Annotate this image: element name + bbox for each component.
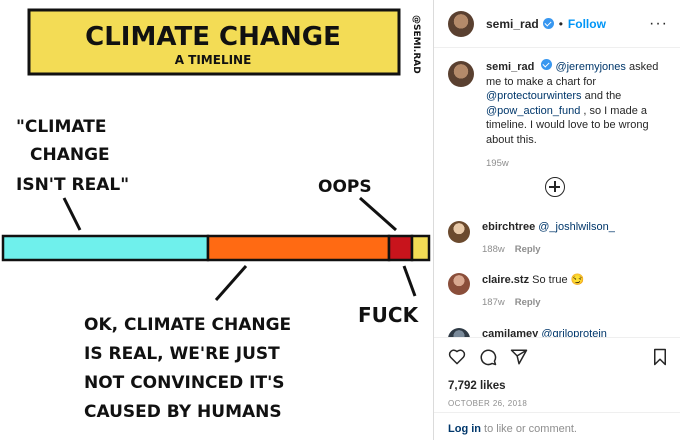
reply-button[interactable]: Reply	[515, 244, 541, 255]
separator-dot: •	[558, 16, 563, 31]
mention-link[interactable]: @protectourwinters	[486, 90, 582, 102]
post-actions-bar	[434, 337, 680, 371]
commenter-username[interactable]: claire.stz	[482, 274, 529, 286]
ok-line-3: NOT CONVINCED IT'S	[84, 373, 285, 393]
caption-avatar[interactable]	[448, 61, 474, 87]
save-bookmark-icon[interactable]	[652, 348, 668, 366]
commenter-avatar[interactable]	[448, 328, 470, 337]
likes-count[interactable]: 7,792 likes	[448, 380, 506, 392]
post-image: CLIMATE CHANGE A TIMELINE @SEMI.RAD "CLI…	[0, 0, 433, 440]
post-caption: semi_rad @jeremyjones asked me to make a…	[434, 49, 680, 172]
commenter-username[interactable]: camilamey	[482, 328, 538, 337]
verified-badge-icon	[541, 59, 553, 70]
share-send-icon[interactable]	[510, 348, 528, 366]
quote-pointer	[62, 197, 82, 231]
ok-line-4: CAUSED BY HUMANS	[84, 402, 282, 422]
load-more-comments-icon[interactable]	[545, 177, 565, 197]
image-subtitle: A TIMELINE	[175, 53, 252, 67]
oops-pointer	[359, 196, 397, 232]
image-watermark: @SEMI.RAD	[411, 15, 421, 74]
comment-text: So true 😏	[532, 274, 585, 286]
caption-text: and the	[581, 90, 622, 102]
post-header: semi_rad • Follow ···	[434, 0, 680, 48]
fuck-pointer	[402, 265, 417, 297]
commenter-avatar[interactable]	[448, 273, 470, 295]
image-title: CLIMATE CHANGE	[85, 22, 341, 52]
comment-text[interactable]: @_joshlwilson_	[538, 221, 615, 233]
author-avatar[interactable]	[448, 10, 474, 37]
comment-bubble-icon[interactable]	[479, 348, 497, 366]
author-username[interactable]: semi_rad	[486, 17, 539, 31]
quote-line-3: ISN'T REAL"	[16, 175, 129, 195]
ok-pointer	[214, 265, 248, 301]
comment-text[interactable]: @griloprotein	[541, 328, 607, 337]
login-prompt-text: to like or comment.	[481, 423, 577, 435]
timeline-segment-fuck	[410, 234, 431, 262]
more-options-icon[interactable]: ···	[649, 15, 668, 33]
verified-badge-icon	[542, 18, 554, 29]
comment-item: camilamey @griloprotein	[448, 328, 662, 337]
timeline-segment-denial	[1, 234, 210, 262]
commenter-avatar[interactable]	[448, 221, 470, 243]
commenter-username[interactable]: ebirchtree	[482, 221, 535, 233]
follow-button[interactable]: Follow	[568, 17, 606, 31]
comment-item: claire.stz So true 😏 187w Reply	[448, 273, 662, 308]
fuck-label: FUCK	[358, 303, 420, 327]
timeline-segment-not-convinced	[206, 234, 391, 262]
comment-item: ebirchtree @_joshlwilson_ 188w Reply	[448, 221, 662, 255]
comment-timestamp[interactable]: 188w	[482, 244, 505, 255]
climate-timeline-drawing: CLIMATE CHANGE A TIMELINE @SEMI.RAD "CLI…	[1, 8, 431, 422]
ok-line-1: OK, CLIMATE CHANGE	[84, 315, 291, 335]
timeline-segment-oops	[387, 234, 414, 262]
post-date[interactable]: OCTOBER 26, 2018	[448, 399, 527, 408]
reply-button[interactable]: Reply	[515, 297, 541, 308]
caption-timestamp[interactable]: 195w	[486, 157, 666, 172]
login-prompt: Log in to like or comment.	[434, 412, 680, 440]
mention-link[interactable]: @pow_action_fund	[486, 105, 580, 117]
mention-link[interactable]: @jeremyjones	[555, 61, 625, 73]
post-sidepanel: semi_rad • Follow ··· semi_rad @jeremyjo…	[433, 0, 680, 440]
quote-line-1: "CLIMATE	[16, 117, 106, 137]
caption-username[interactable]: semi_rad	[486, 61, 534, 73]
ok-line-2: IS REAL, WE'RE JUST	[84, 344, 280, 364]
login-link[interactable]: Log in	[448, 423, 481, 435]
oops-label: OOPS	[318, 177, 372, 197]
comments-list[interactable]: semi_rad @jeremyjones asked me to make a…	[434, 49, 680, 337]
comment-timestamp[interactable]: 187w	[482, 297, 505, 308]
like-heart-icon[interactable]	[448, 348, 466, 365]
quote-line-2: CHANGE	[30, 145, 110, 165]
